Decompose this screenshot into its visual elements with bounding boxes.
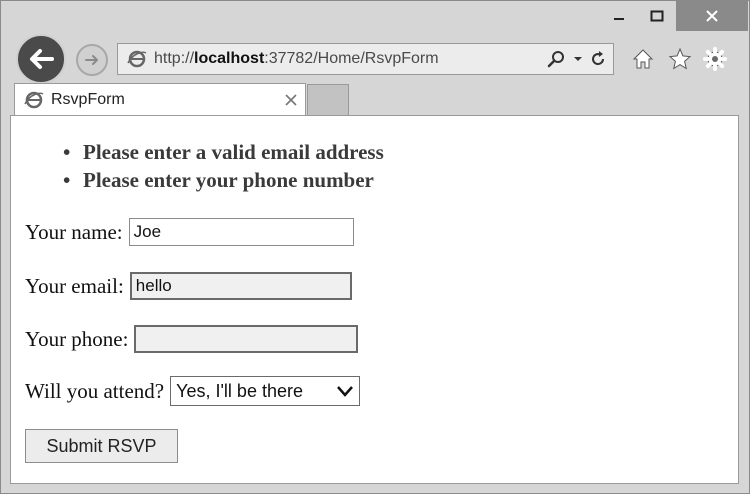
tab-close-icon[interactable]	[285, 90, 297, 111]
address-bar[interactable]: http://localhost:37782/Home/RsvpForm	[117, 43, 614, 75]
chevron-down-icon[interactable]	[573, 54, 583, 64]
back-button[interactable]	[16, 34, 66, 84]
tab-rsvpform[interactable]: RsvpForm	[14, 83, 306, 116]
arrow-right-icon	[85, 55, 98, 65]
home-button[interactable]	[629, 41, 657, 77]
arrow-left-icon	[30, 49, 54, 69]
attend-select[interactable]: Yes, I'll be there	[170, 376, 361, 406]
attend-label: Will you attend?	[25, 378, 165, 403]
minimize-icon	[614, 18, 624, 20]
forward-button[interactable]	[76, 44, 108, 76]
minimize-button[interactable]	[599, 1, 639, 31]
star-icon	[668, 47, 692, 70]
ie-page-icon	[124, 46, 150, 72]
name-input[interactable]: Joe	[128, 218, 354, 246]
url-text: http://localhost:37782/Home/RsvpForm	[154, 50, 439, 68]
email-input[interactable]: hello	[129, 272, 352, 300]
phone-label: Your phone:	[25, 326, 129, 351]
url-host: localhost	[194, 50, 265, 67]
home-icon	[632, 49, 654, 69]
url-path: :37782/Home/RsvpForm	[264, 50, 439, 67]
new-tab-button[interactable]	[307, 84, 349, 115]
name-row: Your name: Joe	[25, 218, 354, 246]
validation-summary: Please enter a valid email address Pleas…	[63, 138, 384, 194]
tab-title: RsvpForm	[51, 91, 125, 108]
close-button[interactable]	[676, 1, 748, 31]
favorites-button[interactable]	[666, 41, 694, 77]
address-tools	[547, 44, 607, 74]
refresh-icon[interactable]	[589, 50, 607, 68]
maximize-icon	[650, 10, 664, 22]
email-label: Your email:	[25, 273, 124, 298]
phone-row: Your phone:	[25, 325, 359, 353]
email-row: Your email: hello	[25, 272, 352, 300]
chevron-down-icon	[337, 386, 354, 397]
maximize-button[interactable]	[641, 1, 673, 31]
ie-page-icon	[23, 89, 45, 111]
page-content: Please enter a valid email address Pleas…	[10, 115, 739, 484]
gear-icon	[703, 47, 727, 71]
validation-error: Please enter your phone number	[63, 166, 384, 194]
submit-rsvp-button[interactable]: Submit RSVP	[25, 429, 178, 463]
close-icon	[706, 10, 718, 22]
validation-error: Please enter a valid email address	[63, 138, 384, 166]
phone-input[interactable]	[134, 325, 359, 353]
browser-window: http://localhost:37782/Home/RsvpForm Rsv…	[0, 0, 750, 494]
name-label: Your name:	[25, 219, 123, 244]
attend-selected-value: Yes, I'll be there	[176, 380, 303, 401]
tools-button[interactable]	[701, 41, 729, 77]
attend-row: Will you attend? Yes, I'll be there	[25, 376, 361, 406]
search-icon[interactable]	[547, 49, 567, 69]
url-prefix: http://	[154, 50, 195, 67]
